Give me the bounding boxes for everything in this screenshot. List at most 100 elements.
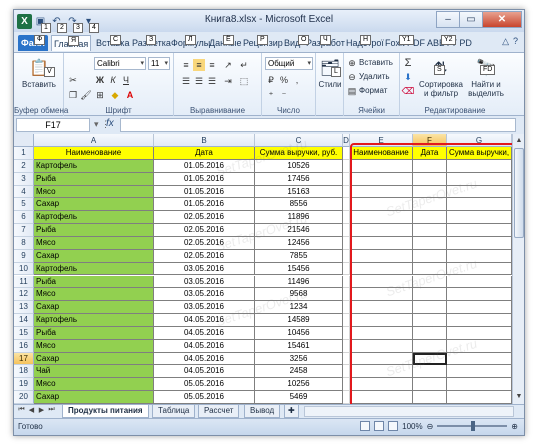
insert-function-icon[interactable]: fx [106,118,114,129]
grid-cell[interactable] [343,275,350,289]
grid-cell[interactable] [343,147,350,160]
table-row-sum-cell[interactable]: 10456 [255,326,343,340]
row-header[interactable]: 5 [14,198,34,212]
table-row-date-cell[interactable]: 01.05.2016 [154,198,255,212]
page-layout-view-icon[interactable] [374,421,385,431]
empty-target-cell[interactable] [413,288,447,302]
table-row-name-cell[interactable]: Картофель [34,262,154,276]
empty-target-cell[interactable] [350,236,413,250]
format-cells-icon[interactable]: ▤ [346,85,358,97]
grid-cell[interactable] [343,391,350,404]
vertical-scrollbar[interactable]: ▲ ▼ [512,134,524,404]
column-header-a[interactable]: A [34,134,154,147]
tab-review[interactable]: РецензирР [241,35,285,51]
wrap-text-icon[interactable]: ↵ [238,59,250,71]
minimize-ribbon-icon[interactable]: △ [502,36,509,47]
name-box[interactable]: F17 [16,118,90,132]
table-row-name-cell[interactable]: Сахар [34,249,154,263]
grid-cell[interactable] [343,339,350,353]
clear-eraser-icon[interactable]: ⌫ [402,85,415,97]
align-center-icon[interactable]: ☰ [193,75,205,87]
empty-target-cell[interactable] [447,378,512,392]
last-sheet-icon[interactable]: ⏭ [47,406,56,414]
sort-filter-button[interactable]: ⇅ Сортировка и фильтр [418,57,464,98]
table-row-date-cell[interactable]: 03.05.2016 [154,301,255,315]
percent-icon[interactable]: % [278,74,290,86]
find-select-button[interactable]: 🔭 Найти и выделить [464,57,508,98]
align-left-icon[interactable]: ☰ [180,75,192,87]
autosum-icon[interactable]: Σ [402,57,414,69]
fill-color-icon[interactable]: ◆ [109,89,121,101]
minimize-button[interactable]: – [436,11,460,28]
row-header[interactable]: 7 [14,224,34,237]
tab-data[interactable]: ДанныеЁ [207,35,244,51]
new-sheet-icon[interactable]: ✚ [284,405,299,418]
grid-cell[interactable] [343,352,350,366]
delete-cells-icon[interactable]: ⊖ [346,71,358,83]
next-sheet-icon[interactable]: ▶ [37,406,46,414]
empty-target-cell[interactable] [413,339,447,353]
grid-cell[interactable] [343,301,350,315]
sheet-tab-output[interactable]: Вывод [244,405,281,418]
scroll-up-icon[interactable]: ▲ [514,136,524,146]
row-header[interactable]: 16 [14,339,34,353]
table-row-date-cell[interactable]: 04.05.2016 [154,326,255,340]
row-header[interactable]: 10 [14,262,34,276]
tab-insert[interactable]: ВставкаС [94,35,131,51]
orientation-icon[interactable]: ↗ [222,59,234,71]
table-row-sum-cell[interactable]: 3256 [255,352,343,366]
zoom-in-icon[interactable]: ⊕ [511,422,518,431]
empty-target-cell[interactable] [350,275,413,289]
row-header[interactable]: 6 [14,211,34,225]
zoom-out-icon[interactable]: ⊖ [427,422,434,431]
empty-target-cell[interactable] [350,288,413,302]
sheet-tab-products[interactable]: Продукты питания [62,405,149,418]
align-middle-icon[interactable]: ≡ [193,59,205,71]
empty-target-cell[interactable] [447,339,512,353]
zoom-slider[interactable] [437,421,508,431]
merge-cells-icon[interactable]: ⬚ [238,75,250,87]
align-bottom-icon[interactable]: ≡ [206,59,218,71]
row-header[interactable]: 14 [14,314,34,327]
empty-target-cell[interactable] [413,236,447,250]
empty-target-cell[interactable] [350,365,413,379]
grid-cell[interactable] [343,365,350,379]
empty-target-cell[interactable] [413,249,447,263]
column-header-c[interactable]: C [255,134,343,147]
empty-target-cell[interactable] [350,224,413,237]
table-row-name-cell[interactable]: Мясо [34,185,154,199]
tab-developer[interactable]: РазработЧ [304,35,347,51]
font-size-combo[interactable]: 11 [148,57,170,70]
empty-target-cell[interactable] [413,198,447,212]
table-row-sum-cell[interactable]: 14589 [255,314,343,327]
table-row-date-cell[interactable]: 01.05.2016 [154,185,255,199]
empty-target-cell[interactable] [447,198,512,212]
empty-target-cell[interactable] [413,262,447,276]
table-row-date-cell[interactable]: 05.05.2016 [154,391,255,404]
row-header[interactable]: 1 [14,147,34,160]
empty-target-cell[interactable] [413,301,447,315]
grid-cell[interactable] [343,224,350,237]
table-header-cell[interactable]: Сумма выручки, [447,147,512,160]
grid-cell[interactable] [343,236,350,250]
empty-target-cell[interactable] [413,224,447,237]
horizontal-scrollbar[interactable] [304,406,514,417]
grid-cell[interactable] [343,211,350,225]
empty-target-cell[interactable] [413,159,447,173]
grid-cell[interactable] [343,172,350,186]
table-row-name-cell[interactable]: Рыба [34,275,154,289]
table-row-name-cell[interactable]: Сахар [34,198,154,212]
table-row-date-cell[interactable]: 03.05.2016 [154,262,255,276]
empty-target-cell[interactable] [413,211,447,225]
table-row-sum-cell[interactable]: 10256 [255,378,343,392]
empty-target-cell[interactable] [350,159,413,173]
zoom-level[interactable]: 100% [402,422,422,431]
table-row-sum-cell[interactable]: 15163 [255,185,343,199]
table-header-cell[interactable]: Дата [154,147,255,160]
column-header-d[interactable]: D [343,134,350,147]
row-header[interactable]: 13 [14,301,34,315]
row-header[interactable]: 2 [14,159,34,173]
empty-target-cell[interactable] [350,172,413,186]
empty-target-cell[interactable] [413,172,447,186]
row-header[interactable]: 18 [14,365,34,379]
